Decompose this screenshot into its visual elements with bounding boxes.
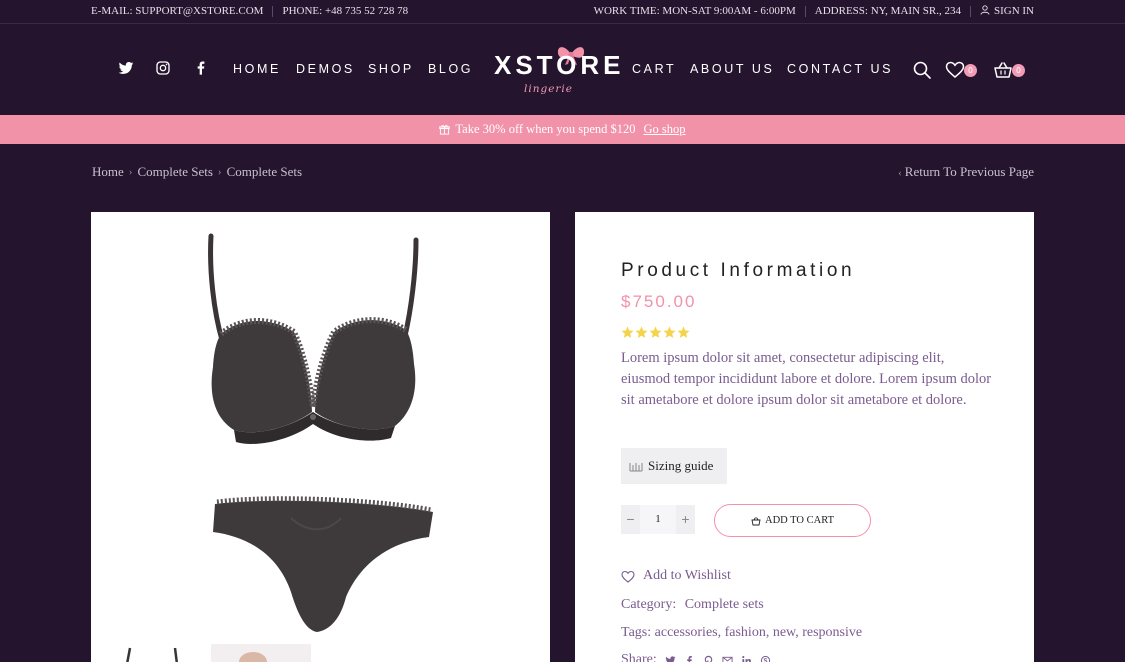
user-icon bbox=[980, 5, 990, 15]
return-previous-page-link[interactable]: ‹ Return To Previous Page bbox=[898, 164, 1034, 180]
nav-blog[interactable]: BLOG bbox=[428, 62, 473, 76]
breadcrumb-current: Complete Sets bbox=[226, 164, 303, 179]
logo-subtitle: lingerie bbox=[524, 83, 574, 95]
store-logo[interactable]: XSTORE lingerie bbox=[490, 42, 620, 98]
product-title: Product Information bbox=[621, 260, 856, 281]
search-icon[interactable] bbox=[912, 60, 932, 80]
sizing-guide-button[interactable]: Sizing guide bbox=[621, 448, 727, 484]
product-image-gallery[interactable] bbox=[91, 212, 550, 662]
return-previous-label: Return To Previous Page bbox=[904, 164, 1034, 179]
category-label: Category: bbox=[621, 597, 677, 612]
breadcrumb-home[interactable]: Home bbox=[92, 164, 124, 180]
product-category: Category: Complete sets bbox=[621, 597, 764, 613]
rating-stars bbox=[621, 326, 691, 339]
breadcrumb-complete-sets[interactable]: Complete Sets bbox=[137, 164, 212, 180]
quantity-stepper: − + bbox=[621, 505, 695, 534]
divider bbox=[272, 5, 274, 17]
cart-count-badge: 0 bbox=[1012, 64, 1025, 77]
divider bbox=[969, 5, 971, 17]
wishlist-count-badge: 0 bbox=[964, 64, 977, 77]
add-to-wishlist-link[interactable]: Add to Wishlist bbox=[621, 568, 731, 584]
topbar-email: E-MAIL: SUPPORT@XSTORE.COM bbox=[91, 5, 264, 17]
twitter-icon[interactable] bbox=[118, 60, 134, 76]
instagram-icon[interactable] bbox=[155, 60, 171, 76]
skype-icon[interactable] bbox=[760, 655, 771, 662]
logo-text: XSTORE bbox=[494, 50, 625, 80]
tags-list[interactable]: accessories, fashion, new, responsive bbox=[655, 625, 862, 640]
share-row: Share: bbox=[621, 652, 771, 662]
basket-icon[interactable] bbox=[993, 60, 1013, 80]
basket-icon bbox=[751, 516, 761, 525]
promo-bar: Take 30% off when you spend $120 Go shop bbox=[0, 115, 1125, 144]
topbar-work-time: WORK TIME: MON-SAT 9:00AM - 6:00PM bbox=[593, 5, 796, 17]
chevron-right-icon: › bbox=[217, 166, 222, 178]
sign-in-label: SIGN IN bbox=[993, 5, 1034, 17]
thumbnail-2[interactable] bbox=[211, 644, 311, 662]
twitter-icon[interactable] bbox=[665, 655, 676, 662]
product-tags: Tags: accessories, fashion, new, respons… bbox=[621, 625, 862, 641]
topbar-phone: PHONE: +48 735 52 728 78 bbox=[282, 5, 409, 17]
quantity-increase-button[interactable]: + bbox=[676, 505, 695, 534]
heart-icon[interactable] bbox=[945, 60, 965, 80]
heart-icon bbox=[621, 570, 635, 583]
category-link[interactable]: Complete sets bbox=[685, 597, 764, 612]
divider bbox=[804, 5, 806, 17]
facebook-icon[interactable] bbox=[684, 655, 695, 662]
tags-label: Tags: bbox=[621, 625, 652, 640]
nav-demos[interactable]: DEMOS bbox=[296, 62, 355, 76]
star-icon bbox=[621, 326, 634, 338]
sizing-guide-label: Sizing guide bbox=[648, 458, 714, 473]
chevron-right-icon: › bbox=[128, 166, 133, 178]
promo-text: Take 30% off when you spend $120 bbox=[455, 122, 636, 136]
top-bar: E-MAIL: SUPPORT@XSTORE.COM PHONE: +48 73… bbox=[0, 0, 1125, 24]
product-price: $750.00 bbox=[621, 292, 697, 311]
star-icon bbox=[649, 326, 662, 338]
add-to-wishlist-label: Add to Wishlist bbox=[643, 568, 731, 583]
linkedin-icon[interactable] bbox=[741, 655, 752, 662]
facebook-icon[interactable] bbox=[193, 60, 209, 76]
product-image[interactable] bbox=[91, 212, 550, 644]
chevron-left-icon: ‹ bbox=[898, 167, 902, 179]
add-to-cart-button[interactable]: ADD TO CART bbox=[714, 504, 871, 537]
email-icon[interactable] bbox=[722, 655, 733, 662]
nav-home[interactable]: HOME bbox=[233, 62, 281, 76]
nav-shop[interactable]: SHOP bbox=[368, 62, 414, 76]
sign-in-link[interactable]: SIGN IN bbox=[980, 5, 1034, 17]
ruler-icon bbox=[629, 463, 643, 472]
pinterest-icon[interactable] bbox=[703, 655, 714, 662]
star-icon bbox=[635, 326, 648, 338]
nav-contact-us[interactable]: CONTACT US bbox=[787, 62, 893, 76]
go-shop-link[interactable]: Go shop bbox=[644, 122, 686, 137]
star-icon bbox=[663, 326, 676, 338]
breadcrumb: Home › Complete Sets › Complete Sets bbox=[92, 164, 302, 180]
top-bar-right: WORK TIME: MON-SAT 9:00AM - 6:00PM ADDRE… bbox=[594, 5, 1034, 17]
top-bar-left: E-MAIL: SUPPORT@XSTORE.COM PHONE: +48 73… bbox=[91, 5, 408, 17]
product-description: Lorem ipsum dolor sit amet, consectetur … bbox=[621, 350, 992, 408]
star-icon bbox=[677, 326, 690, 338]
topbar-address: ADDRESS: NY, MAIN SR., 234 bbox=[814, 5, 961, 17]
product-info-card: Product Information $750.00 Lorem ipsum … bbox=[575, 212, 1034, 662]
share-label: Share: bbox=[621, 652, 657, 662]
add-to-cart-label: ADD TO CART bbox=[765, 515, 834, 526]
nav-cart[interactable]: CART bbox=[632, 62, 676, 76]
quantity-decrease-button[interactable]: − bbox=[621, 505, 640, 534]
quantity-input[interactable] bbox=[640, 505, 676, 534]
gift-icon bbox=[439, 124, 451, 135]
nav-about-us[interactable]: ABOUT US bbox=[690, 62, 774, 76]
main-header: HOME DEMOS SHOP BLOG XSTORE lingerie CAR… bbox=[0, 24, 1125, 115]
thumbnail-1[interactable] bbox=[125, 644, 185, 662]
